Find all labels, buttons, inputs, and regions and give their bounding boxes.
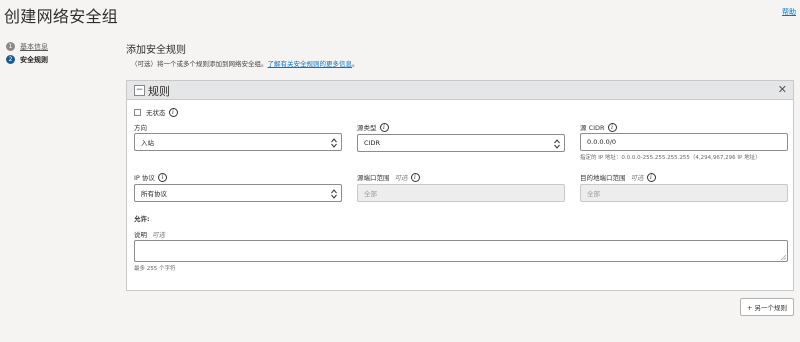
source-cidr-hint: 指定的 IP 地址：0.0.0.0-255.255.255.255（4,294,… — [580, 155, 761, 161]
select-arrows-icon — [331, 189, 337, 199]
description-suffix: 。 — [352, 60, 359, 68]
step-security-rules[interactable]: 2 安全规则 — [6, 53, 48, 66]
step-basic-info[interactable]: 1 基本信息 — [6, 40, 48, 53]
close-icon[interactable]: ✕ — [778, 83, 787, 96]
ip-protocol-value: 所有协议 — [141, 190, 167, 198]
stateless-checkbox[interactable] — [134, 108, 141, 116]
optional-tag: 可选 — [630, 174, 644, 182]
description-label-row: 说明 可选 — [134, 229, 165, 239]
info-icon[interactable]: i — [168, 107, 178, 117]
source-port-input[interactable]: 全部 — [357, 184, 565, 202]
source-port-label: 源端口范围 — [357, 174, 390, 182]
description-textarea[interactable] — [134, 240, 788, 262]
direction-value: 入站 — [141, 139, 154, 147]
step-label: 基本信息 — [20, 42, 48, 51]
add-another-rule-button[interactable]: + 另一个规则 — [739, 298, 794, 316]
info-icon[interactable]: i — [410, 172, 420, 182]
ip-protocol-select[interactable]: 所有协议 — [134, 184, 342, 202]
resize-handle-icon[interactable] — [781, 255, 786, 260]
source-cidr-value: 0.0.0.0/0 — [587, 138, 617, 146]
source-port-label-row: 源端口范围 可选 i — [357, 172, 420, 182]
ip-protocol-label: IP 协议 — [134, 174, 155, 182]
rule-panel-header: − 规则 ✕ — [127, 81, 793, 100]
source-port-placeholder: 全部 — [364, 190, 377, 198]
info-icon[interactable]: i — [607, 122, 617, 132]
rule-panel: − 规则 ✕ 无状态 i 方向 源类型 i 源 CIDR i 入站 CIDR 0… — [126, 80, 794, 291]
dest-port-label: 目的地端口范围 — [580, 174, 626, 182]
direction-label: 方向 — [134, 124, 147, 132]
section-description: （可选）将一个或多个规则添加到网络安全组。了解有关安全规则的更多信息。 — [131, 58, 359, 68]
description-label: 说明 — [134, 231, 147, 239]
description-hint: 最多 255 个字符 — [134, 266, 176, 272]
direction-select[interactable]: 入站 — [134, 133, 342, 151]
rule-panel-title: 规则 — [148, 85, 170, 98]
collapse-button[interactable]: − — [134, 85, 145, 96]
optional-tag: 可选 — [152, 231, 165, 239]
step-number: 1 — [6, 42, 15, 51]
ip-protocol-label-row: IP 协议 i — [134, 172, 167, 182]
source-cidr-input[interactable]: 0.0.0.0/0 — [580, 133, 788, 151]
allow-label: 允许: — [134, 215, 150, 223]
step-number: 2 — [6, 55, 15, 64]
wizard-steps: 1 基本信息 2 安全规则 — [6, 40, 48, 66]
source-type-label: 源类型 — [357, 124, 377, 132]
optional-tag: 可选 — [394, 174, 408, 182]
select-arrows-icon — [331, 138, 337, 148]
source-type-label-row: 源类型 i — [357, 122, 389, 132]
dest-port-placeholder: 全部 — [587, 190, 600, 198]
select-arrows-icon — [554, 139, 560, 149]
stateless-row: 无状态 i — [134, 107, 178, 117]
source-cidr-label: 源 CIDR — [580, 124, 605, 132]
description-text: （可选）将一个或多个规则添加到网络安全组。 — [131, 60, 268, 68]
help-link[interactable]: 帮助 — [782, 7, 796, 17]
source-cidr-label-row: 源 CIDR i — [580, 122, 617, 132]
info-icon[interactable]: i — [646, 172, 656, 182]
step-label: 安全规则 — [20, 55, 48, 64]
source-type-value: CIDR — [364, 139, 380, 147]
info-icon[interactable]: i — [379, 122, 389, 132]
page-title: 创建网络安全组 — [4, 7, 119, 26]
direction-label-row: 方向 — [134, 122, 147, 132]
source-type-select[interactable]: CIDR — [357, 134, 565, 152]
dest-port-label-row: 目的地端口范围 可选 i — [580, 172, 656, 182]
dest-port-input[interactable]: 全部 — [580, 184, 788, 202]
info-icon[interactable]: i — [157, 172, 167, 182]
stateless-label: 无状态 — [146, 109, 166, 117]
learn-more-link[interactable]: 了解有关安全规则的更多信息 — [268, 60, 353, 68]
section-title: 添加安全规则 — [126, 45, 186, 56]
